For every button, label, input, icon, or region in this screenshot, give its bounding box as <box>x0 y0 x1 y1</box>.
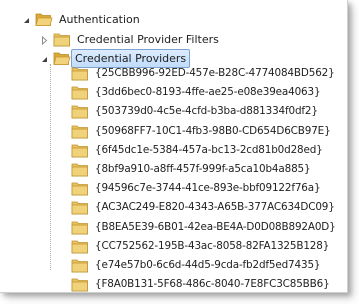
tree-node-label: {3dd6bec0-8193-4ffe-ae25-e08e39ea4063} <box>95 86 321 98</box>
collapse-arrow-icon[interactable] <box>22 16 31 25</box>
tree-node-provider[interactable]: {AC3AC249-E820-4343-A65B-377AC634DC09} <box>0 198 347 218</box>
tree-node-label: Authentication <box>59 13 140 26</box>
folder-icon <box>71 181 89 196</box>
tree-node-label: Credential Provider Filters <box>77 33 219 46</box>
tree-node-label: {503739d0-4c5e-4cfd-b3ba-d881334f0df2} <box>95 105 318 117</box>
tree-node-credential-provider-filters[interactable]: Credential Provider Filters <box>0 30 347 50</box>
tree-node-label: {B8EA5E39-6B01-42ea-BE4A-D0D08B892A0D} <box>95 221 336 233</box>
tree-node-provider[interactable]: {CC752562-195B-43ac-8058-82FA1325B128} <box>0 237 347 257</box>
folder-icon <box>53 32 71 47</box>
folder-icon <box>71 277 89 292</box>
folder-icon <box>71 124 89 139</box>
folder-icon <box>71 220 89 235</box>
collapse-arrow-icon[interactable] <box>40 55 49 64</box>
tree-node-provider[interactable]: {e74e57b0-6c6d-44d5-9cda-fb2df5ed7435} <box>0 256 347 276</box>
tree-node-label: {F8A0B131-5F68-486c-8040-7E8FC3C85BB6} <box>95 278 330 290</box>
tree-node-label: {CC752562-195B-43ac-8058-82FA1325B128} <box>95 240 330 252</box>
folder-icon <box>71 162 89 177</box>
folder-icon <box>71 239 89 254</box>
tree-node-label: {6f45dc1e-5384-457a-bc13-2cd81b0d28ed} <box>95 144 323 156</box>
tree-node-provider[interactable]: {94596c7e-3744-41ce-893e-bbf09122f76a} <box>0 179 347 199</box>
tree-node-label: {AC3AC249-E820-4343-A65B-377AC634DC09} <box>95 201 335 213</box>
tree-node-provider[interactable]: {8bf9a910-a8ff-457f-999f-a5ca10b4a885} <box>0 160 347 180</box>
folder-icon <box>71 200 89 215</box>
tree-node-label: {8bf9a910-a8ff-457f-999f-a5ca10b4a885} <box>95 163 311 175</box>
tree-node-provider[interactable]: {25CBB996-92ED-457e-B28C-4774084BD562} <box>0 64 347 84</box>
expand-arrow-icon[interactable] <box>40 36 49 45</box>
registry-tree-window: Authentication Credential Provider Filte… <box>0 0 348 293</box>
tree-node-provider[interactable]: {503739d0-4c5e-4cfd-b3ba-d881334f0df2} <box>0 102 347 122</box>
tree-node-provider[interactable]: {6f45dc1e-5384-457a-bc13-2cd81b0d28ed} <box>0 141 347 161</box>
folder-open-icon <box>35 12 53 27</box>
tree-node-provider[interactable]: {50968FF7-10C1-4fb3-98B0-CD654D6CB97E} <box>0 122 347 142</box>
folder-icon <box>71 66 89 81</box>
folder-icon <box>71 143 89 158</box>
tree-node-label: {e74e57b0-6c6d-44d5-9cda-fb2df5ed7435} <box>95 259 321 271</box>
folder-icon <box>71 85 89 100</box>
tree-node-provider[interactable]: {F8A0B131-5F68-486c-8040-7E8FC3C85BB6} <box>0 275 347 292</box>
folder-icon <box>71 104 89 119</box>
tree-node-authentication[interactable]: Authentication <box>0 10 347 30</box>
tree-node-label: {25CBB996-92ED-457e-B28C-4774084BD562} <box>95 67 335 79</box>
folder-icon <box>71 258 89 273</box>
tree-node-label: {50968FF7-10C1-4fb3-98B0-CD654D6CB97E} <box>95 125 331 137</box>
registry-tree: Authentication Credential Provider Filte… <box>0 0 347 292</box>
tree-node-provider[interactable]: {3dd6bec0-8193-4ffe-ae25-e08e39ea4063} <box>0 83 347 103</box>
tree-node-provider[interactable]: {B8EA5E39-6B01-42ea-BE4A-D0D08B892A0D} <box>0 218 347 238</box>
tree-node-label: {94596c7e-3744-41ce-893e-bbf09122f76a} <box>95 182 321 194</box>
